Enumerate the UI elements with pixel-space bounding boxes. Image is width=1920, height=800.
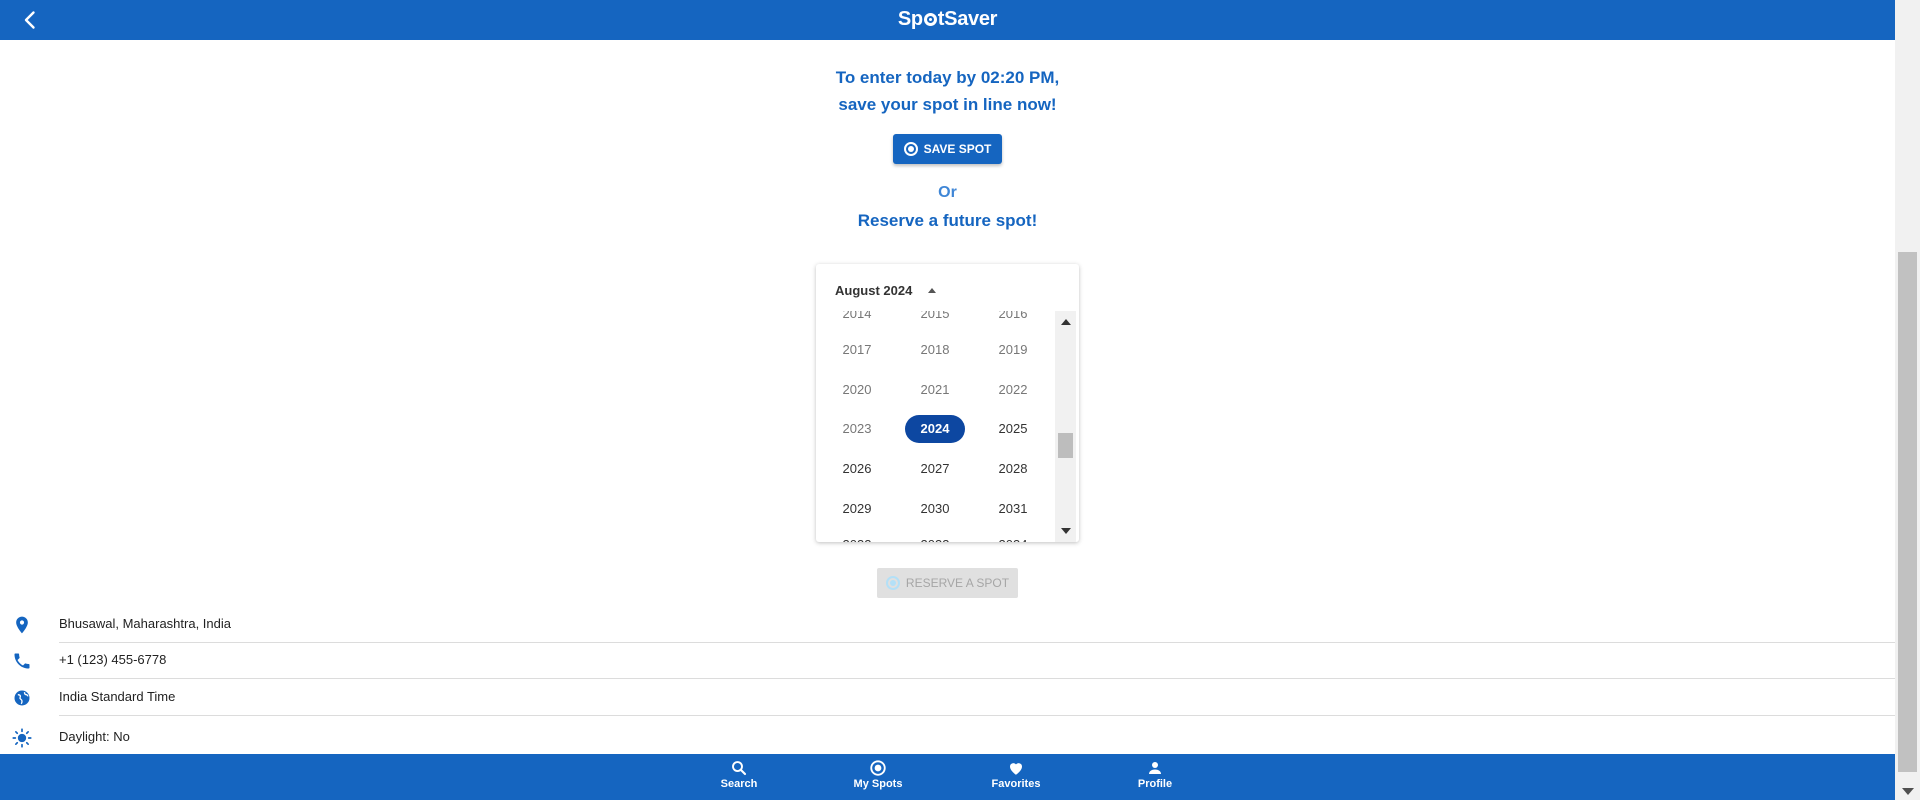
daylight-text: Daylight: No [59, 729, 130, 744]
sun-icon [12, 728, 32, 748]
spot-ring-icon [903, 142, 918, 156]
year-cell[interactable]: 2021 [905, 376, 965, 404]
phone-text: +1 (123) 455-6778 [59, 652, 167, 667]
year-cell[interactable]: 2033 [905, 531, 965, 542]
save-spot-label: SAVE SPOT [923, 142, 992, 156]
nav-favorites[interactable]: Favorites [976, 759, 1056, 790]
top-app-bar: Sp tSaver [0, 0, 1895, 40]
bottom-navigation: Search My Spots Favorites Profile [0, 754, 1895, 800]
year-cell[interactable]: 2022 [983, 376, 1043, 404]
phone-icon [14, 653, 30, 669]
year-cell[interactable]: 2029 [827, 495, 887, 523]
year-cell[interactable]: 2034 [983, 531, 1043, 542]
nav-profile-label: Profile [1137, 778, 1173, 790]
year-cell[interactable]: 2020 [827, 376, 887, 404]
info-daylight-row: Daylight: No [0, 718, 1895, 756]
app-window: Sp tSaver To enter today by 02:20 PM, sav… [0, 0, 1895, 800]
year-cell[interactable]: 2017 [827, 336, 887, 364]
year-cell[interactable]: 2030 [905, 495, 965, 523]
nav-favorites-label: Favorites [991, 778, 1041, 790]
date-picker: August 2024 2014 2015 2016 2017 2018 201… [816, 264, 1079, 542]
globe-icon [14, 690, 30, 706]
enter-today-line1: To enter today by 02:20 PM, [835, 68, 1060, 87]
page-scrollbar[interactable] [1895, 0, 1920, 800]
scroll-down-arrow-icon[interactable] [1061, 528, 1071, 534]
year-cell[interactable]: 2019 [983, 336, 1043, 364]
year-scrollbar[interactable] [1055, 311, 1076, 542]
year-cell[interactable]: 2032 [827, 531, 887, 542]
timezone-text: India Standard Time [59, 689, 176, 704]
my-spots-icon [870, 760, 886, 776]
year-cell[interactable]: 2014 [827, 311, 887, 328]
year-cell[interactable]: 2023 [827, 415, 887, 443]
search-icon [732, 761, 747, 776]
nav-search-label: Search [720, 778, 758, 790]
divider [59, 715, 1895, 716]
nav-search[interactable]: Search [699, 759, 779, 790]
nav-profile[interactable]: Profile [1115, 759, 1195, 790]
nav-my-spots[interactable]: My Spots [838, 759, 918, 790]
location-text: Bhusawal, Maharashtra, India [59, 616, 231, 631]
reserve-spot-button[interactable]: RESERVE A SPOT [877, 568, 1018, 598]
month-year-toggle[interactable]: August 2024 [835, 283, 937, 298]
save-spot-button[interactable]: SAVE SPOT [893, 134, 1002, 164]
scroll-up-arrow-icon[interactable] [1061, 319, 1071, 325]
year-cell[interactable]: 2028 [983, 455, 1043, 483]
year-cell[interactable]: 2031 [983, 495, 1043, 523]
month-year-label: August 2024 [835, 283, 913, 298]
app-logo: Sp tSaver [897, 8, 998, 30]
reserve-spot-label: RESERVE A SPOT [905, 576, 1010, 590]
page-scroll-thumb[interactable] [1898, 252, 1917, 772]
year-cell-selected[interactable]: 2024 [905, 415, 965, 443]
spot-ring-icon [885, 576, 900, 590]
heart-icon [1010, 763, 1022, 775]
year-cell[interactable]: 2018 [905, 336, 965, 364]
info-location-row: Bhusawal, Maharashtra, India [0, 605, 1895, 643]
info-phone-row: +1 (123) 455-6778 [0, 641, 1895, 679]
year-cell[interactable]: 2026 [827, 455, 887, 483]
enter-today-message: To enter today by 02:20 PM, save your sp… [0, 64, 1895, 118]
enter-today-line2: save your spot in line now! [838, 95, 1057, 114]
person-icon [1149, 762, 1161, 774]
scroll-down-arrow-icon[interactable] [1902, 788, 1914, 795]
location-ring-icon [923, 13, 937, 26]
scroll-thumb[interactable] [1058, 433, 1073, 458]
location-pin-icon [16, 616, 28, 634]
reserve-future-heading: Reserve a future spot! [857, 211, 1038, 230]
nav-my-spots-label: My Spots [853, 778, 903, 790]
or-separator: Or [938, 184, 957, 201]
year-cell[interactable]: 2016 [983, 311, 1043, 328]
info-timezone-row: India Standard Time [0, 678, 1895, 716]
caret-up-icon [928, 288, 937, 293]
year-cell[interactable]: 2025 [983, 415, 1043, 443]
year-cell[interactable]: 2027 [905, 455, 965, 483]
year-cell[interactable]: 2015 [905, 311, 965, 328]
year-grid: 2014 2015 2016 2017 2018 2019 2020 2021 … [816, 311, 1056, 542]
